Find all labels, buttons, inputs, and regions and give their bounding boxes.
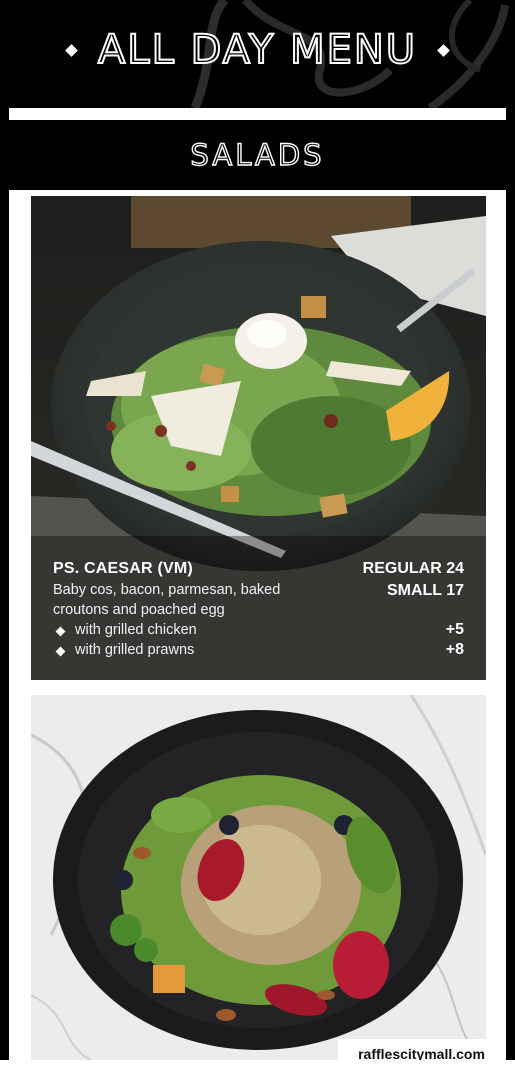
menu-header: ALL DAY MENU (0, 0, 515, 108)
menu-title: ALL DAY MENU (0, 22, 515, 78)
addon-label: with grilled prawns (75, 642, 195, 658)
addon-price: +8 (445, 641, 464, 658)
diamond-bullet-icon (55, 626, 66, 637)
menu-page: ALL DAY MENU SALADS PS. CAESAR (VM) REGU… (0, 0, 515, 1080)
section-title: SALADS (190, 137, 325, 172)
diamond-bullet-icon (55, 646, 66, 657)
addon-item: with grilled prawns +8 (53, 641, 464, 662)
price-small: SMALL 17 (386, 582, 464, 599)
dish-description: Baby cos, bacon, parmesan, baked crouton… (53, 582, 281, 618)
dish-name: PS. CAESAR (VM) (53, 560, 193, 577)
menu-item-card (31, 695, 486, 1060)
next-page-strip (0, 1060, 515, 1080)
menu-item-caption: PS. CAESAR (VM) REGULAR 24 SMALL 17 Baby… (31, 552, 486, 680)
menu-title-text: ALL DAY MENU (97, 26, 418, 74)
header-divider (9, 108, 506, 120)
grain-bowl-salad-photo (31, 695, 486, 1060)
diamond-icon (65, 43, 78, 57)
menu-item-card: PS. CAESAR (VM) REGULAR 24 SMALL 17 Baby… (31, 196, 486, 680)
addon-label: with grilled chicken (75, 622, 197, 638)
addon-price: +5 (445, 621, 464, 638)
diamond-icon (437, 43, 450, 57)
price-regular: REGULAR 24 (362, 560, 464, 577)
section-heading: SALADS (0, 120, 515, 190)
addon-item: with grilled chicken +5 (53, 621, 464, 642)
